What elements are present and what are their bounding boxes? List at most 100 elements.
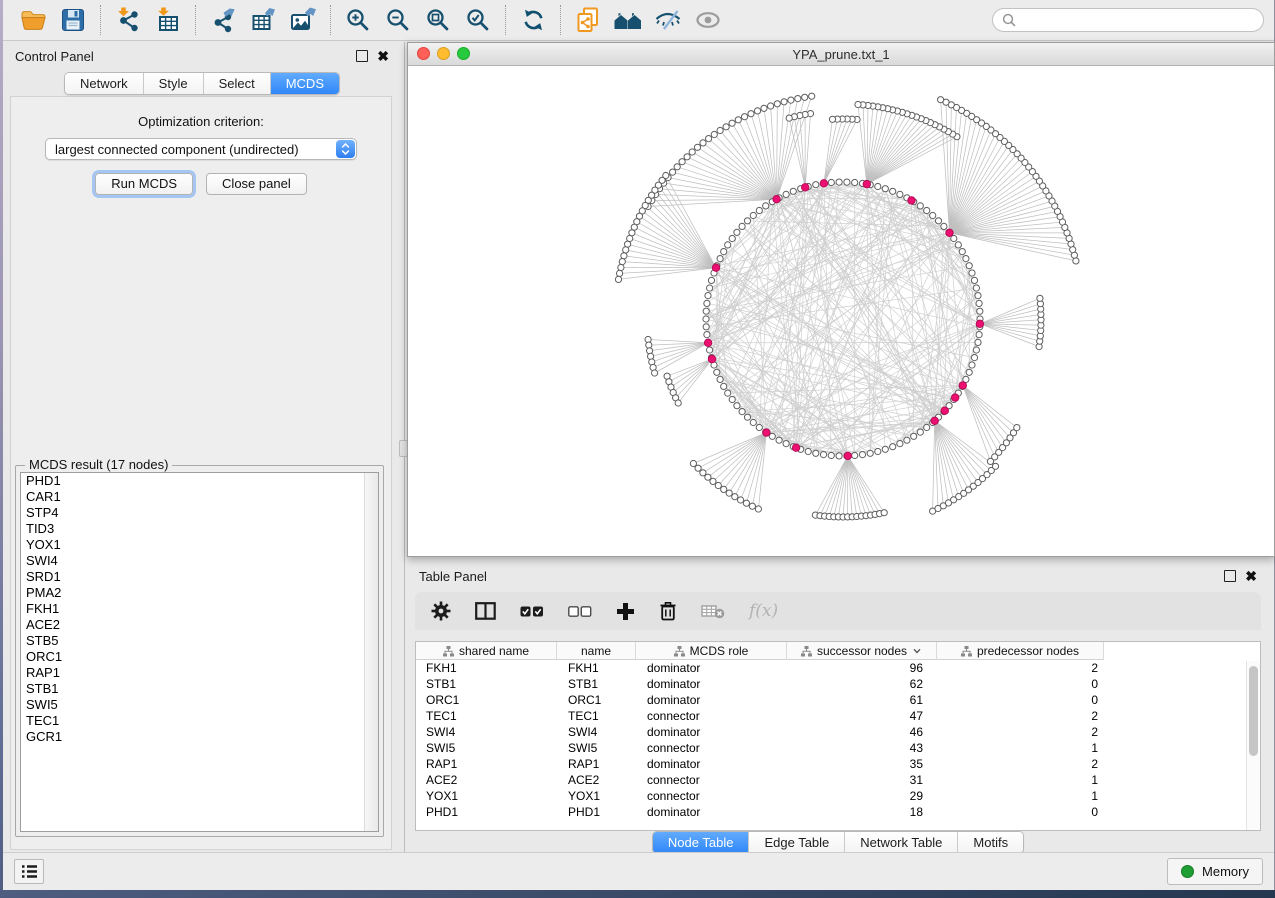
table-cell: 2 [937,725,1104,739]
table-cell: 47 [787,709,937,723]
table-row[interactable]: RAP1RAP1dominator352 [416,756,1260,772]
zoom-out-button[interactable] [378,3,418,37]
show-all-button[interactable] [688,3,728,37]
table-cell: 0 [937,805,1104,819]
tab-network-table[interactable]: Network Table [845,832,958,853]
mcds-result-item[interactable]: STP4 [21,505,378,521]
mcds-result-item[interactable]: RAP1 [21,665,378,681]
function-builder-button[interactable]: f(x) [749,601,778,621]
scrollbar-thumb[interactable] [1249,666,1258,756]
tab-network[interactable]: Network [65,73,144,94]
mcds-result-item[interactable]: GCR1 [21,729,378,745]
mcds-result-item[interactable]: ACE2 [21,617,378,633]
refresh-button[interactable] [513,3,553,37]
zoom-fit-button[interactable] [418,3,458,37]
mcds-result-item[interactable]: SWI5 [21,697,378,713]
column-header-name[interactable]: name [557,642,636,660]
mcds-list-scrollbar[interactable] [364,473,378,831]
mcds-result-item[interactable]: TEC1 [21,713,378,729]
table-cell: RAP1 [416,757,557,771]
mcds-result-item[interactable]: TID3 [21,521,378,537]
tab-select[interactable]: Select [204,73,271,94]
import-network-button[interactable] [108,3,148,37]
control-panel-title: Control Panel [15,49,94,64]
save-button[interactable] [53,3,93,37]
select-all-button[interactable] [520,606,544,617]
mcds-result-item[interactable]: CAR1 [21,489,378,505]
close-panel-icon[interactable]: ✖ [377,51,389,61]
column-header-predecessor-nodes[interactable]: predecessor nodes [937,642,1104,660]
add-column-button[interactable] [616,602,635,621]
table-cell: 2 [937,757,1104,771]
tab-edge-table[interactable]: Edge Table [749,832,845,853]
close-window-icon[interactable] [417,47,430,60]
table-row[interactable]: ORC1ORC1dominator610 [416,692,1260,708]
column-header-shared-name[interactable]: shared name [416,642,557,660]
close-panel-button[interactable]: Close panel [206,173,307,195]
first-neighbors-button[interactable] [608,3,648,37]
table-row[interactable]: YOX1YOX1connector291 [416,788,1260,804]
table-row[interactable]: SWI5SWI5connector431 [416,740,1260,756]
network-window-titlebar[interactable]: YPA_prune.txt_1 [408,43,1274,66]
mcds-result-title: MCDS result (17 nodes) [25,457,172,472]
mcds-result-item[interactable]: STB5 [21,633,378,649]
table-settings-button[interactable] [431,601,451,621]
tab-motifs[interactable]: Motifs [958,832,1023,853]
table-row[interactable]: STB1STB1dominator620 [416,676,1260,692]
export-table-button[interactable] [243,3,283,37]
mcds-result-list[interactable]: PHD1CAR1STP4TID3YOX1SWI4SRD1PMA2FKH1ACE2… [20,472,379,832]
mcds-result-item[interactable]: ORC1 [21,649,378,665]
mcds-result-item[interactable]: YOX1 [21,537,378,553]
float-window-icon[interactable] [356,50,368,62]
table-header-row: shared namenameMCDS rolesuccessor nodesp… [416,642,1104,660]
float-window-icon[interactable] [1224,570,1236,582]
zoom-selected-button[interactable] [458,3,498,37]
table-row[interactable]: FKH1FKH1dominator962 [416,660,1260,676]
search-input[interactable] [1022,12,1254,29]
task-history-button[interactable] [14,859,44,884]
mcds-result-item[interactable]: FKH1 [21,601,378,617]
maximize-window-icon[interactable] [457,47,470,60]
run-mcds-button[interactable]: Run MCDS [95,173,193,195]
zoom-out-icon [386,8,410,32]
show-columns-button[interactable] [475,602,496,620]
tab-mcds[interactable]: MCDS [271,73,339,94]
hide-selected-button[interactable] [648,3,688,37]
table-row[interactable]: SWI4SWI4dominator462 [416,724,1260,740]
criterion-dropdown[interactable]: largest connected component (undirected) [45,138,357,160]
mcds-result-item[interactable]: STB1 [21,681,378,697]
delete-column-button[interactable] [659,601,677,621]
table-panel: Table Panel ✖ [407,562,1269,852]
table-row[interactable]: TEC1TEC1connector472 [416,708,1260,724]
minimize-window-icon[interactable] [437,47,450,60]
network-canvas[interactable] [408,66,1274,556]
mcds-result-item[interactable]: SWI4 [21,553,378,569]
close-panel-icon[interactable]: ✖ [1245,571,1257,581]
import-network-icon [115,7,142,33]
import-table-button[interactable] [148,3,188,37]
memory-button[interactable]: Memory [1167,858,1263,885]
table-row[interactable]: ACE2ACE2connector311 [416,772,1260,788]
open-button[interactable] [13,3,53,37]
column-header-successor-nodes[interactable]: successor nodes [787,642,937,660]
network-graph[interactable] [408,66,1274,556]
toolbar-separator [195,5,196,35]
delete-table-button[interactable] [701,603,725,619]
mcds-result-item[interactable]: SRD1 [21,569,378,585]
table-row[interactable]: PHD1PHD1dominator180 [416,804,1260,820]
share-network-button[interactable] [568,3,608,37]
table-cell: YOX1 [557,789,636,803]
export-image-button[interactable] [283,3,323,37]
control-panel: Control Panel ✖ Network Style Select MCD… [3,42,401,852]
mcds-result-item[interactable]: PMA2 [21,585,378,601]
search-field[interactable] [992,8,1264,32]
export-network-button[interactable] [203,3,243,37]
tab-style[interactable]: Style [144,73,204,94]
table-scrollbar[interactable] [1246,661,1260,830]
deselect-all-button[interactable] [568,606,592,617]
mcds-result-item[interactable]: PHD1 [21,473,378,489]
column-header-MCDS-role[interactable]: MCDS role [636,642,787,660]
tab-node-table[interactable]: Node Table [653,832,750,853]
zoom-in-button[interactable] [338,3,378,37]
table-panel-titlebar: Table Panel ✖ [407,562,1269,588]
